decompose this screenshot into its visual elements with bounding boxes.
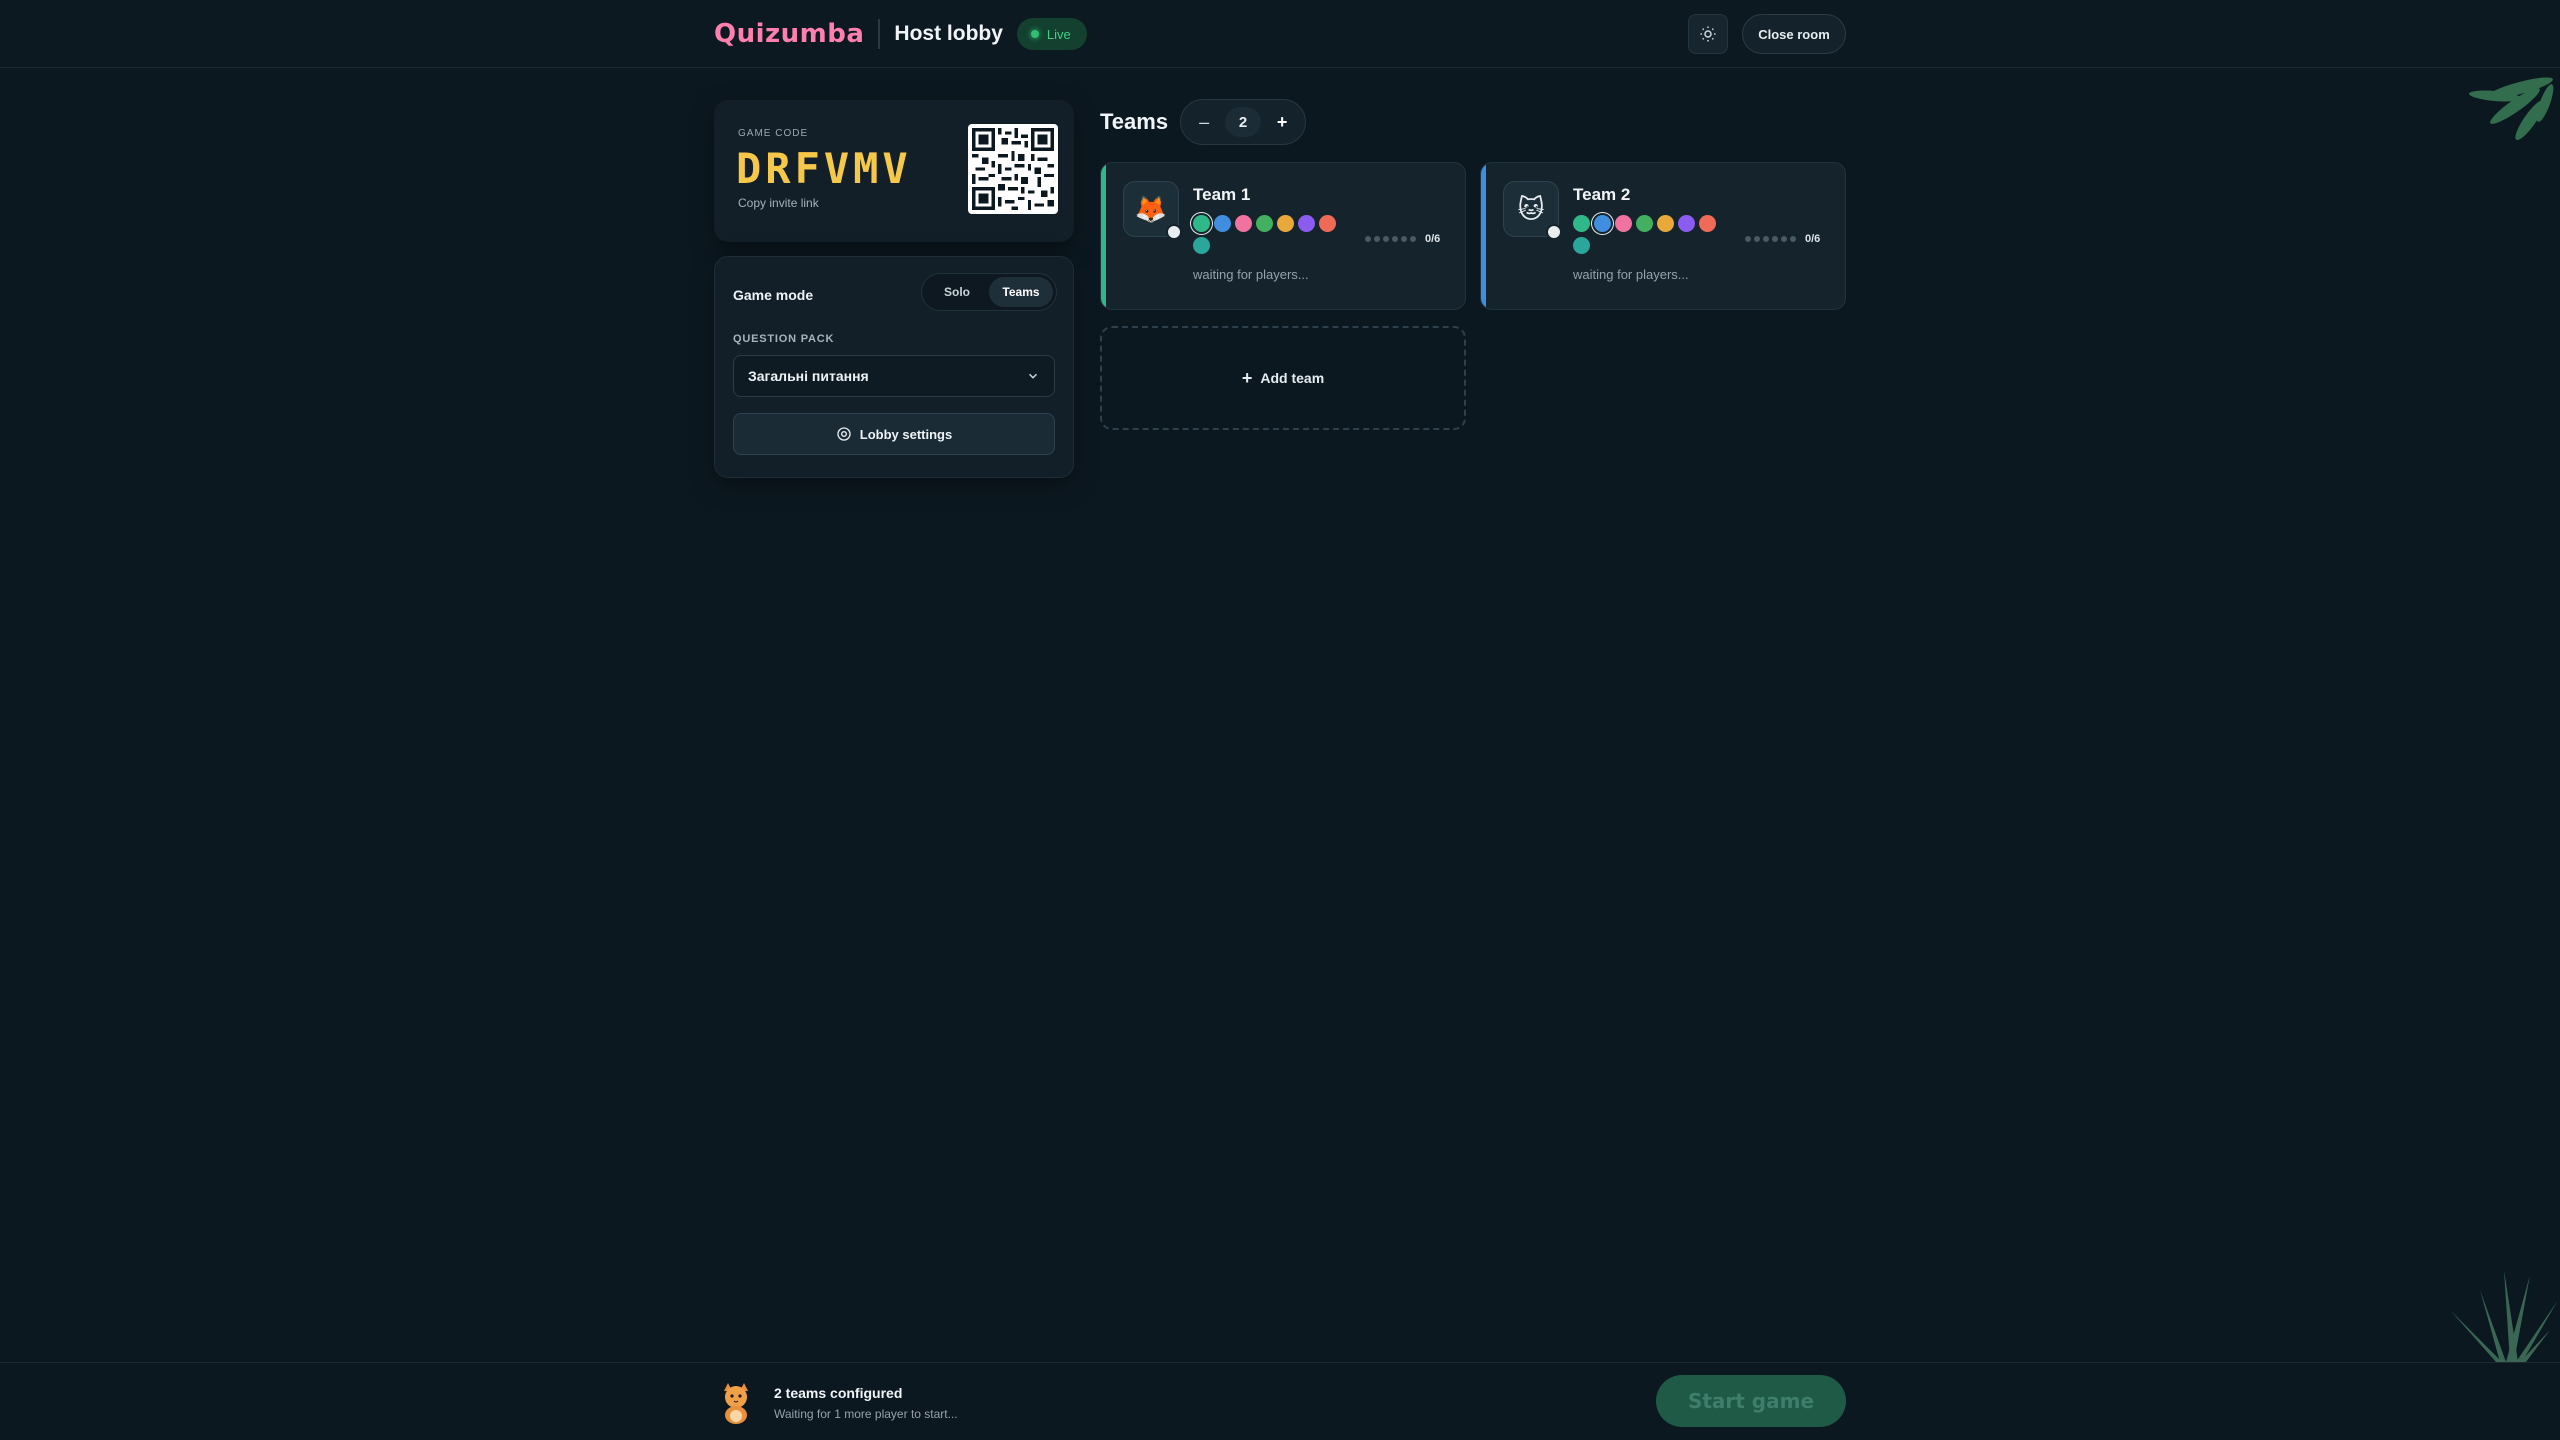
team-name[interactable]: Team 1 — [1193, 185, 1250, 205]
team-name[interactable]: Team 2 — [1573, 185, 1630, 205]
cat-mascot-icon — [724, 1383, 748, 1424]
color-swatch[interactable] — [1615, 215, 1632, 232]
decrement-button[interactable]: – — [1189, 107, 1219, 137]
page-title: Host lobby — [894, 22, 1003, 45]
live-label: Live — [1046, 26, 1071, 42]
color-swatch[interactable] — [1277, 215, 1294, 232]
plant-decoration — [2450, 1270, 2558, 1362]
teams-header: Teams – 2 + — [1100, 98, 1307, 146]
player-slot — [1754, 236, 1760, 242]
color-swatch[interactable] — [1594, 215, 1611, 232]
leaf-decoration — [2469, 77, 2554, 140]
color-swatch[interactable] — [1298, 215, 1315, 232]
game-code-card: GAME CODE DRFVMV Copy invite link — [714, 100, 1074, 242]
color-swatch[interactable] — [1235, 215, 1252, 232]
avatar-edit-icon[interactable] — [1546, 224, 1562, 240]
player-slot — [1383, 236, 1389, 242]
game-mode-label: Game mode — [733, 287, 814, 303]
question-pack-select[interactable]: Загальні питання — [733, 355, 1055, 397]
game-settings-card: Game mode Solo Teams QUESTION PACK Загал… — [714, 256, 1074, 478]
player-slot — [1781, 236, 1787, 242]
teams-title: Teams — [1100, 109, 1169, 134]
color-swatch[interactable] — [1573, 237, 1590, 254]
live-badge: Live — [1016, 18, 1087, 50]
player-slots: 0/6 — [1745, 233, 1820, 245]
team-accent-stripe — [1481, 163, 1486, 309]
team-count-value: 2 — [1225, 107, 1262, 137]
qr-code-icon[interactable] — [968, 124, 1058, 214]
footer-title: 2 teams configured — [774, 1385, 903, 1401]
footer-subtitle: Waiting for 1 more player to start... — [774, 1407, 958, 1421]
player-slot — [1374, 236, 1380, 242]
question-pack-value: Загальні питання — [748, 368, 869, 384]
team-avatar[interactable]: 🦊 — [1123, 181, 1182, 240]
player-slot — [1410, 236, 1416, 242]
footer-bar: 2 teams configured Waiting for 1 more pl… — [0, 1362, 2560, 1440]
game-code-label: GAME CODE — [738, 128, 809, 139]
player-slot — [1392, 236, 1398, 242]
app-logo[interactable]: Quizumba — [714, 19, 864, 49]
team-emoji-icon: 🐱 — [1517, 193, 1545, 224]
game-code[interactable]: DRFVMV — [736, 144, 912, 193]
team-card: 🐱 Team 2 0/6 waiting for players... — [1480, 162, 1846, 310]
avatar-edit-icon[interactable] — [1166, 224, 1182, 240]
divider — [878, 19, 881, 49]
game-mode-toggle: Solo Teams — [921, 273, 1057, 311]
player-slot — [1790, 236, 1796, 242]
team-color-picker — [1193, 215, 1343, 254]
question-pack-label: QUESTION PACK — [733, 333, 835, 345]
team-avatar[interactable]: 🐱 — [1503, 181, 1562, 240]
mode-solo-option[interactable]: Solo — [925, 277, 989, 307]
player-slot — [1763, 236, 1769, 242]
team-count-stepper: – 2 + — [1180, 99, 1307, 145]
brand: Quizumba Host lobby Live — [714, 16, 1087, 52]
add-team-label: Add team — [1260, 370, 1325, 386]
player-slot — [1745, 236, 1751, 242]
sun-icon — [1700, 26, 1716, 42]
top-bar: Quizumba Host lobby Live Close room — [0, 0, 2560, 68]
color-swatch[interactable] — [1678, 215, 1695, 232]
player-slot — [1401, 236, 1407, 242]
live-dot-icon — [1030, 30, 1039, 38]
color-swatch[interactable] — [1193, 237, 1210, 254]
team-card: 🦊 Team 1 0/6 waiting for players... — [1100, 162, 1466, 310]
team-accent-stripe — [1101, 163, 1106, 309]
player-count: 0/6 — [1425, 233, 1441, 245]
settings-icon — [837, 427, 851, 441]
color-swatch[interactable] — [1256, 215, 1273, 232]
chevron-down-icon — [1028, 373, 1038, 379]
player-slots: 0/6 — [1365, 233, 1440, 245]
team-status: waiting for players... — [1193, 267, 1309, 282]
color-swatch[interactable] — [1193, 215, 1210, 232]
team-emoji-icon: 🦊 — [1134, 193, 1168, 224]
color-swatch[interactable] — [1657, 215, 1674, 232]
mode-teams-option[interactable]: Teams — [989, 277, 1053, 307]
player-slot — [1365, 236, 1371, 242]
player-count: 0/6 — [1805, 233, 1821, 245]
add-team-button[interactable]: + Add team — [1100, 326, 1466, 430]
theme-toggle-button[interactable] — [1688, 14, 1728, 54]
lobby-settings-label: Lobby settings — [859, 426, 953, 442]
color-swatch[interactable] — [1636, 215, 1653, 232]
start-game-button[interactable]: Start game — [1656, 1375, 1846, 1427]
player-slot — [1772, 236, 1778, 242]
team-color-picker — [1573, 215, 1723, 254]
color-swatch[interactable] — [1319, 215, 1336, 232]
plus-icon: + — [1241, 367, 1253, 388]
increment-button[interactable]: + — [1267, 107, 1297, 137]
close-room-button[interactable]: Close room — [1742, 14, 1846, 54]
color-swatch[interactable] — [1573, 215, 1590, 232]
copy-invite-link[interactable]: Copy invite link — [738, 196, 819, 210]
color-swatch[interactable] — [1699, 215, 1716, 232]
team-status: waiting for players... — [1573, 267, 1689, 282]
color-swatch[interactable] — [1214, 215, 1231, 232]
lobby-settings-button[interactable]: Lobby settings — [733, 413, 1055, 455]
